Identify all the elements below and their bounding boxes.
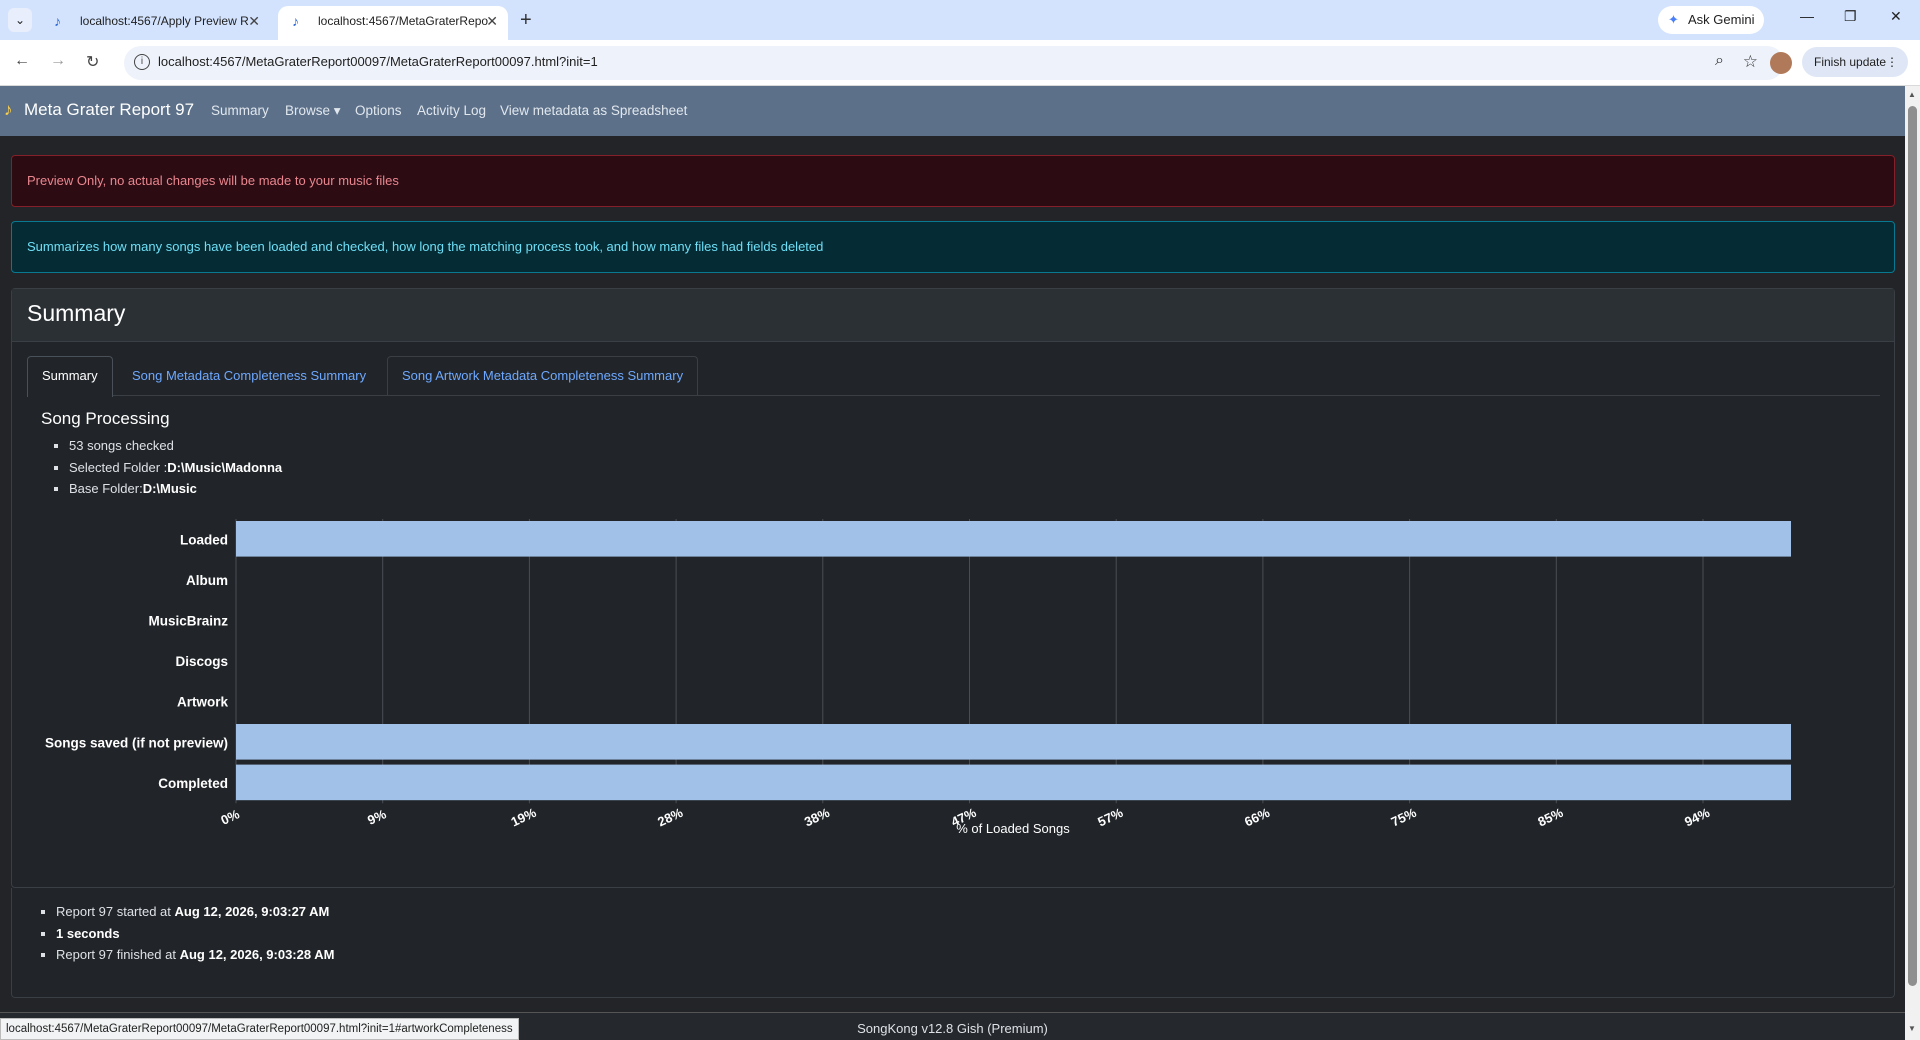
list-item: Selected Folder :D:\Music\Madonna (69, 457, 282, 479)
y-tick-label: Discogs (175, 654, 228, 669)
x-axis-title: % of Loaded Songs (956, 821, 1070, 836)
y-tick-label: Songs saved (if not preview) (45, 735, 228, 750)
chart-bars (236, 521, 1791, 801)
report-finished-value: Aug 12, 2026, 9:03:28 AM (179, 947, 335, 962)
scroll-up-arrow-icon[interactable]: ▲ (1908, 90, 1916, 99)
finish-update-button[interactable]: Finish update ⋮ (1802, 47, 1908, 77)
x-tick-label: 9% (365, 806, 389, 828)
new-tab-icon[interactable]: + (520, 8, 532, 32)
page-scrollbar[interactable]: ▲ ▼ (1905, 86, 1920, 1040)
tab-summary[interactable]: Summary (27, 356, 113, 397)
x-tick-label: 94% (1682, 805, 1712, 830)
window-close-icon[interactable]: ✕ (1890, 8, 1902, 25)
brand[interactable]: ♪ Meta Grater Report 97 (4, 100, 194, 120)
bar-loaded[interactable] (236, 521, 1791, 557)
x-tick-label: 28% (655, 805, 685, 830)
zoom-icon[interactable]: ⌕ (1715, 52, 1724, 70)
tab-search-chevron-icon[interactable]: ⌄ (8, 8, 32, 32)
nav-view-spreadsheet[interactable]: View metadata as Spreadsheet (500, 103, 687, 118)
tab-song-metadata-completeness[interactable]: Song Metadata Completeness Summary (117, 356, 381, 396)
x-tick-label: 19% (509, 805, 539, 830)
summary-card: Summary Summary Song Metadata Completene… (11, 288, 1895, 888)
music-note-icon: ♪ (292, 13, 299, 29)
list-item-text: Report 97 started at (56, 904, 175, 919)
finish-update-label: Finish update (1814, 55, 1887, 69)
report-timing-list: Report 97 started at Aug 12, 2026, 9:03:… (56, 901, 334, 966)
url-text[interactable]: localhost:4567/MetaGraterReport00097/Met… (158, 54, 598, 69)
list-item-text: Base Folder: (69, 481, 143, 496)
list-item-text: 53 songs checked (69, 438, 174, 453)
restore-icon[interactable]: ❐ (1844, 8, 1857, 25)
section-title: Song Processing (41, 409, 170, 428)
minimize-icon[interactable]: — (1800, 8, 1814, 24)
address-bar[interactable]: i localhost:4567/MetaGraterReport00097/M… (124, 46, 1784, 80)
nav-activity-log[interactable]: Activity Log (417, 103, 486, 118)
card-header: Summary (12, 289, 1894, 342)
nav-options[interactable]: Options (355, 103, 402, 118)
x-tick-label: 38% (802, 805, 832, 830)
y-tick-label: Album (186, 573, 228, 588)
reload-icon[interactable]: ↻ (86, 52, 99, 72)
list-item: Report 97 started at Aug 12, 2026, 9:03:… (56, 901, 334, 923)
close-tab-icon[interactable]: ✕ (486, 6, 498, 36)
songkong-logo-icon: ♪ (4, 100, 13, 119)
bar-completed[interactable] (236, 764, 1791, 801)
bar-songs-saved-if-not-preview-[interactable] (236, 724, 1791, 760)
list-item: Base Folder:D:\Music (69, 478, 282, 500)
song-processing-list: 53 songs checked Selected Folder :D:\Mus… (69, 435, 282, 500)
scrollbar-thumb[interactable] (1908, 106, 1917, 986)
x-tick-label: 57% (1095, 805, 1125, 830)
x-tick-label: 66% (1242, 805, 1272, 830)
nav-browse-dropdown[interactable]: Browse ▾ (285, 103, 341, 119)
browser-tab-apply-preview[interactable]: ♪ localhost:4567/Apply Preview R ✕ (40, 6, 270, 40)
base-folder-value: D:\Music (142, 481, 197, 496)
profile-avatar[interactable] (1770, 52, 1792, 74)
status-bar-url: localhost:4567/MetaGraterReport00097/Met… (0, 1018, 519, 1040)
summary-tabs: Summary Song Metadata Completeness Summa… (27, 356, 1880, 397)
forward-arrow-icon[interactable]: → (50, 52, 66, 70)
song-processing-chart: Loaded Album MusicBrainz Discogs Artwork Song… (45, 519, 1791, 836)
list-item: 1 seconds (56, 923, 334, 945)
ask-gemini-button[interactable]: ✦ Ask Gemini (1658, 6, 1764, 34)
site-info-icon[interactable]: i (134, 54, 150, 70)
tab-title: localhost:4567/MetaGraterRepo (318, 14, 489, 28)
info-alert: Summarizes how many songs have been load… (11, 221, 1895, 273)
y-tick-label: Loaded (180, 532, 228, 547)
report-timing-card: Report 97 started at Aug 12, 2026, 9:03:… (11, 888, 1895, 998)
gemini-sparkle-icon: ✦ (1668, 12, 1679, 27)
browser-tab-strip: ⌄ ♪ localhost:4567/Apply Preview R ✕ ♪ l… (0, 0, 1920, 40)
browser-tab-metagrater-report[interactable]: ♪ localhost:4567/MetaGraterRepo ✕ (278, 6, 508, 40)
music-note-icon: ♪ (54, 13, 61, 29)
y-tick-label: Artwork (177, 695, 228, 710)
y-tick-label: MusicBrainz (148, 614, 228, 629)
ask-gemini-label: Ask Gemini (1688, 12, 1755, 27)
list-item-text: Report 97 finished at (56, 947, 180, 962)
browser-toolbar: ← → ↻ i localhost:4567/MetaGraterReport0… (0, 40, 1920, 86)
close-tab-icon[interactable]: ✕ (248, 6, 260, 36)
kebab-menu-icon[interactable]: ⋮ (1886, 47, 1898, 77)
bookmark-star-icon[interactable]: ☆ (1743, 52, 1758, 72)
nav-summary[interactable]: Summary (211, 103, 269, 118)
duration-value: 1 seconds (56, 925, 120, 941)
x-tick-label: 0% (218, 806, 242, 828)
chart-y-labels: Loaded Album MusicBrainz Discogs Artwork Song… (45, 532, 229, 791)
card-title: Summary (27, 300, 126, 326)
tab-song-artwork-completeness[interactable]: Song Artwork Metadata Completeness Summa… (387, 356, 699, 396)
back-arrow-icon[interactable]: ← (14, 52, 30, 70)
chart-grid (235, 519, 1704, 804)
app-navbar: ♪ Meta Grater Report 97 Summary Browse ▾ … (0, 86, 1905, 136)
y-tick-label: Completed (158, 776, 228, 791)
x-tick-label: 85% (1535, 805, 1565, 830)
scroll-down-arrow-icon[interactable]: ▼ (1908, 1024, 1916, 1033)
selected-folder-value: D:\Music\Madonna (167, 459, 283, 475)
report-started-value: Aug 12, 2026, 9:03:27 AM (174, 904, 330, 919)
list-item: Report 97 finished at Aug 12, 2026, 9:03… (56, 944, 334, 966)
list-item: 53 songs checked (69, 435, 282, 457)
preview-alert: Preview Only, no actual changes will be … (11, 155, 1895, 207)
tab-title: localhost:4567/Apply Preview R (80, 14, 249, 28)
brand-title: Meta Grater Report 97 (24, 100, 195, 119)
list-item-text: Selected Folder : (69, 459, 168, 475)
x-tick-label: 75% (1389, 805, 1419, 830)
